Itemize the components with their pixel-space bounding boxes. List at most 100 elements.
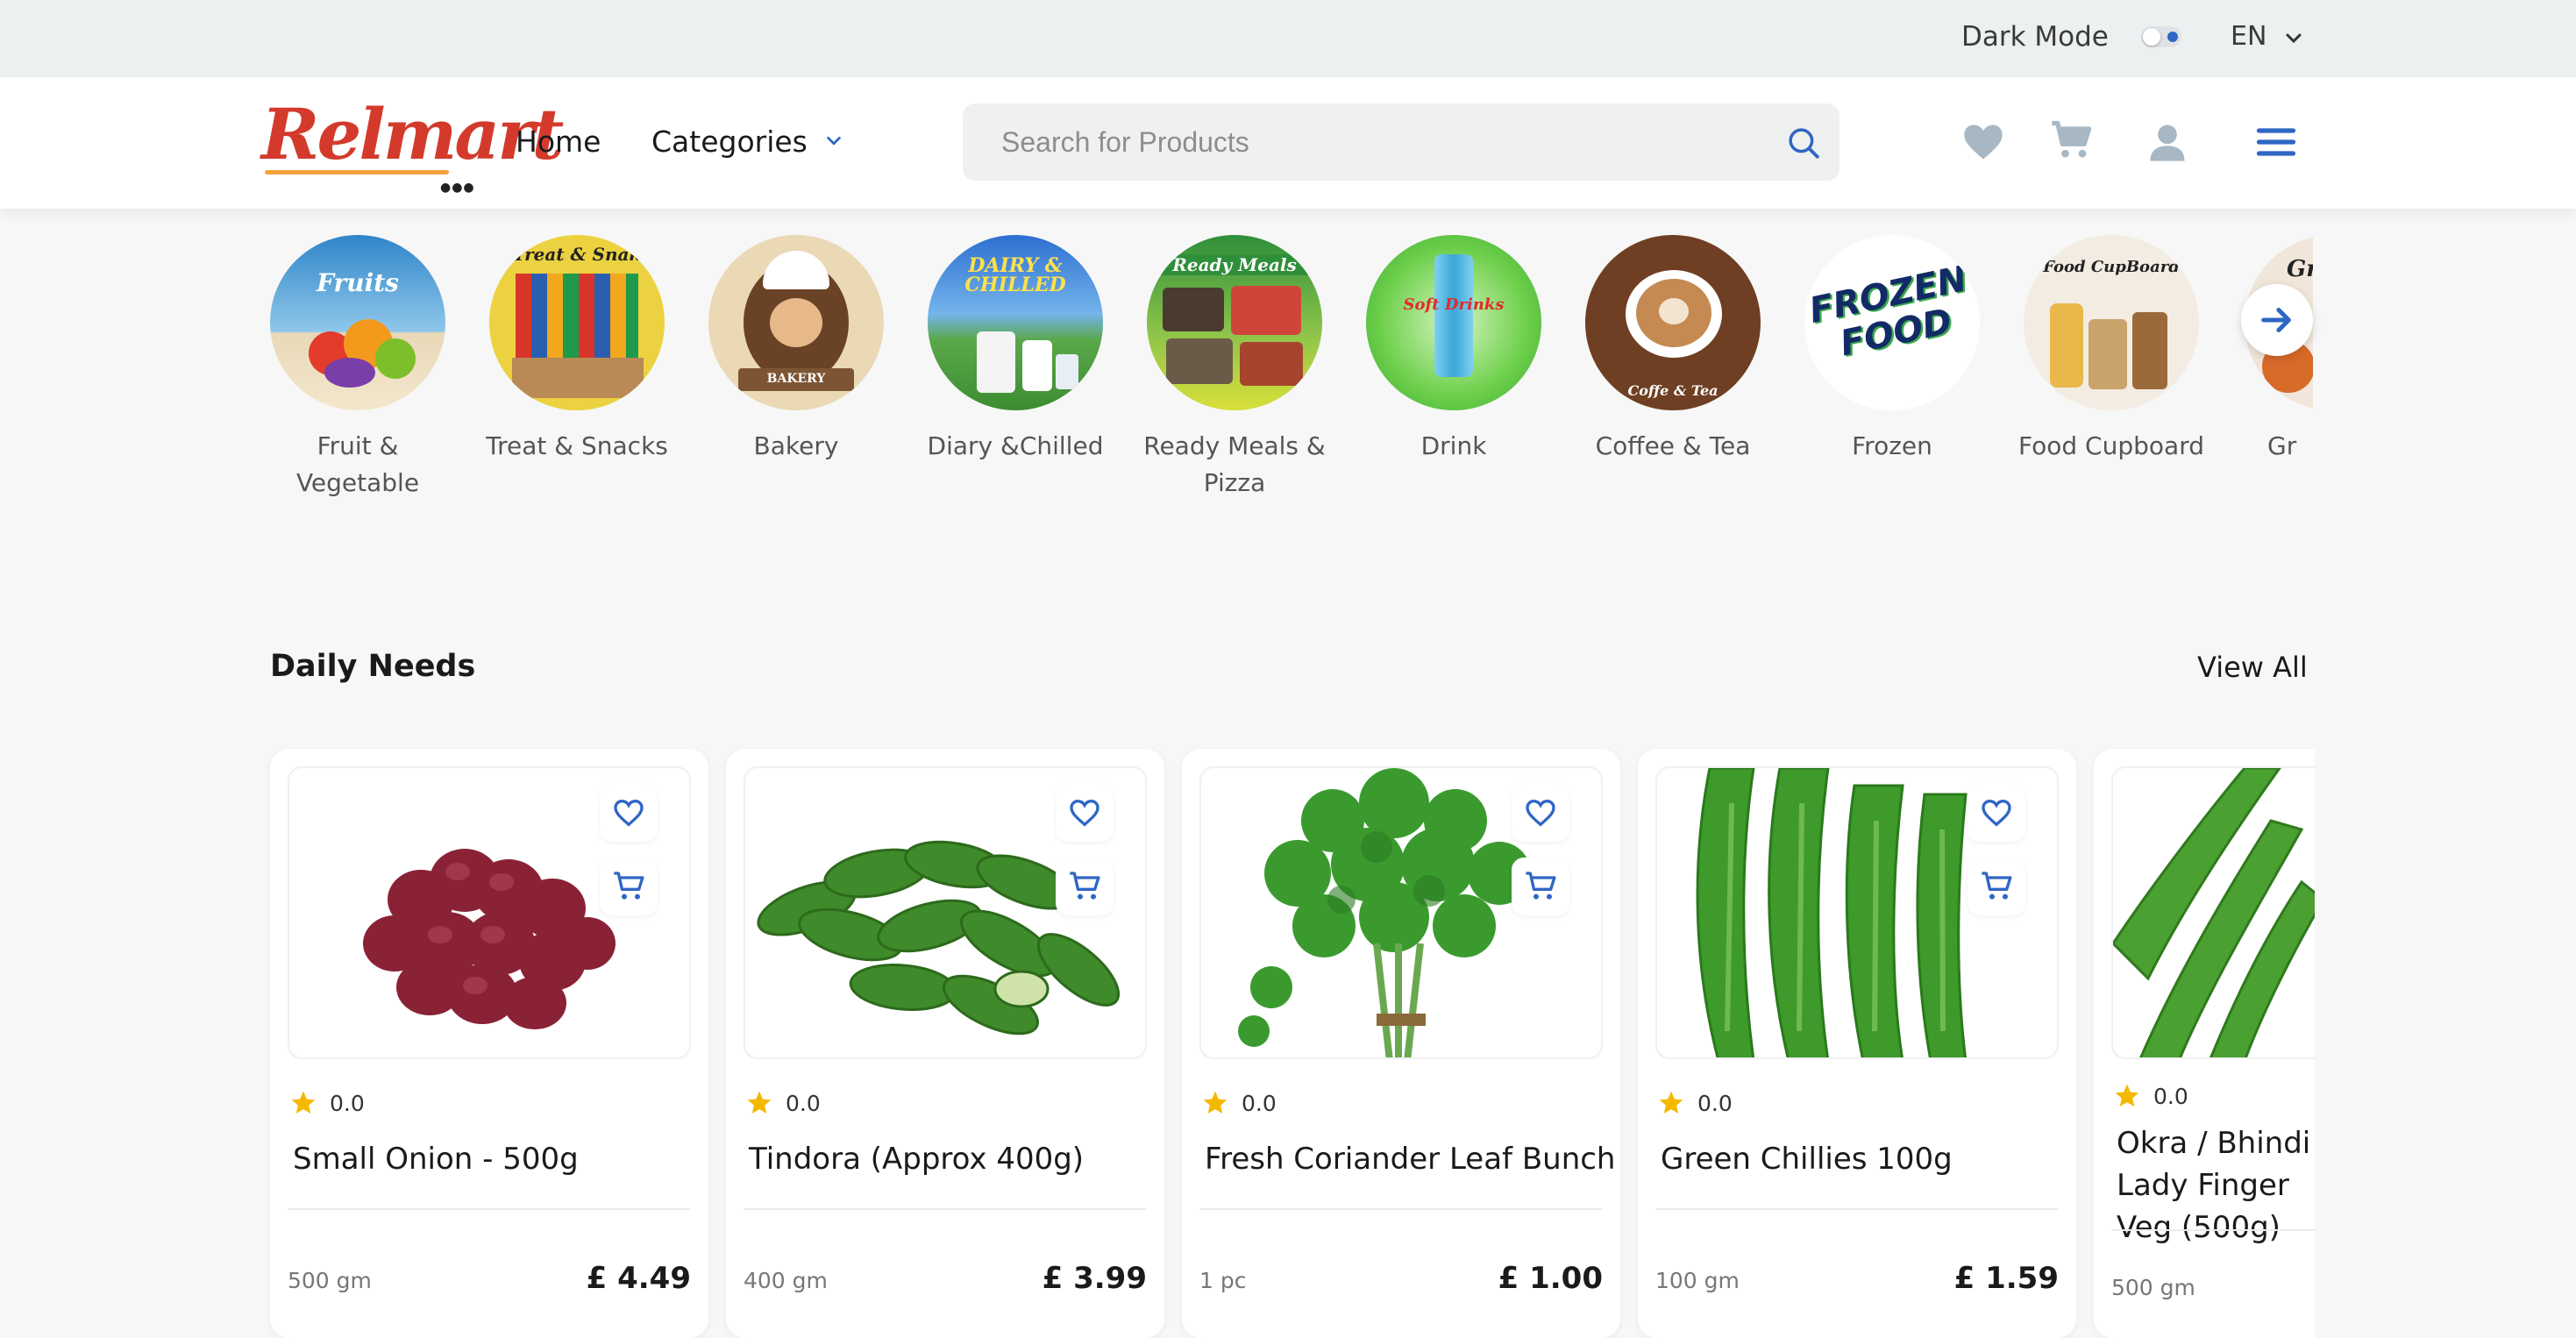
snacks-image[interactable]: Treat & Snak <box>489 235 665 410</box>
product-card[interactable]: 0.0 Tindora (Approx 400g) 400 gm £ 3.99 <box>726 749 1164 1338</box>
search-input[interactable] <box>1001 103 1773 181</box>
product-rating: 0.0 <box>1242 1091 1277 1116</box>
user-icon[interactable] <box>2145 119 2190 165</box>
heart-icon[interactable] <box>1960 119 2006 165</box>
drinks-image[interactable]: Soft Drinks <box>1366 235 1541 410</box>
category-label: Ready Meals & Pizza <box>1143 431 1326 497</box>
add-to-wishlist-button[interactable] <box>1056 784 1114 842</box>
toggle-indicator <box>2167 32 2178 42</box>
product-weight: 500 gm <box>288 1268 372 1293</box>
category-badge: FROZEN FOOD <box>1805 259 1971 365</box>
product-rating: 0.0 <box>1697 1091 1733 1116</box>
search-bar <box>963 103 1839 181</box>
product-weight: 1 pc <box>1199 1268 1247 1293</box>
category-label: Treat & Snacks <box>486 431 668 460</box>
product-rating: 0.0 <box>2153 1084 2188 1109</box>
dairy-image[interactable]: DAIRY & CHILLED <box>928 235 1103 410</box>
product-price: £ 1.00 <box>1498 1261 1603 1296</box>
category-label: Diary &Chilled <box>927 431 1104 460</box>
nav-home-link[interactable]: Home <box>516 125 601 159</box>
category-label: Frozen <box>1852 431 1932 460</box>
add-to-wishlist-button[interactable] <box>1968 784 2025 842</box>
main-header: Relmart ●●● Home Categories <box>0 77 2576 209</box>
star-icon <box>747 1091 772 1114</box>
category-badge: Fruits <box>317 268 399 297</box>
bakery-image[interactable]: BAKERY <box>708 235 884 410</box>
category-badge: Treat & Snak <box>512 244 642 265</box>
product-rating: 0.0 <box>786 1091 821 1116</box>
category-ready-meals-pizza[interactable]: Ready Meals Ready Meals & Pizza <box>1129 235 1340 502</box>
divider <box>1199 1208 1603 1210</box>
star-icon <box>2115 1084 2139 1107</box>
chevron-down-icon[interactable] <box>822 132 845 151</box>
product-carousel: 0.0 Small Onion - 500g 500 gm £ 4.49 0.0… <box>263 745 2315 1338</box>
divider <box>288 1208 691 1210</box>
category-bakery[interactable]: BAKERY Bakery <box>691 235 901 465</box>
category-badge: Gr <box>2287 256 2313 282</box>
category-badge: Food CupBoard <box>2043 258 2180 276</box>
category-food-cupboard[interactable]: Food CupBoard Food Cupboard <box>2006 235 2217 465</box>
menu-icon[interactable] <box>2253 119 2299 165</box>
add-to-cart-button[interactable] <box>1968 858 2025 915</box>
star-icon <box>291 1091 316 1114</box>
product-weight: 400 gm <box>744 1268 828 1293</box>
product-name[interactable]: Fresh Coriander Leaf Bunch <box>1205 1138 1617 1180</box>
category-badge: Coffe & Tea <box>1627 382 1719 399</box>
product-name[interactable]: Green Chillies 100g <box>1661 1138 2073 1180</box>
product-price: £ 3.99 <box>1042 1261 1147 1296</box>
fruits-image[interactable]: Fruits <box>270 235 445 410</box>
heart-outline-icon <box>1526 799 1555 827</box>
heart-outline-icon <box>1070 799 1099 827</box>
language-selector[interactable]: EN <box>2231 21 2266 52</box>
product-name[interactable]: Small Onion - 500g <box>293 1138 705 1180</box>
ready-meals-image[interactable]: Ready Meals <box>1147 235 1322 410</box>
product-name[interactable]: Tindora (Approx 400g) <box>749 1138 1161 1180</box>
frozen-image[interactable]: FROZEN FOOD <box>1804 235 1980 410</box>
coffee-image[interactable]: Coffe & Tea <box>1585 235 1761 410</box>
cupboard-image[interactable]: Food CupBoard <box>2024 235 2199 410</box>
product-image-okra[interactable] <box>2111 766 2315 1059</box>
category-label: Food Cupboard <box>2018 431 2204 460</box>
arrow-right-icon <box>2261 308 2291 332</box>
dark-mode-toggle[interactable] <box>2141 26 2181 47</box>
product-card[interactable]: 0.0 Small Onion - 500g 500 gm £ 4.49 <box>270 749 708 1338</box>
logo-dots: ●●● <box>440 181 475 195</box>
divider <box>744 1208 1147 1210</box>
divider <box>1655 1208 2059 1210</box>
category-scroll-next-button[interactable] <box>2241 284 2313 356</box>
product-rating: 0.0 <box>330 1091 365 1116</box>
logo-underline <box>265 170 449 174</box>
add-to-cart-button[interactable] <box>600 858 658 915</box>
nav-categories-link[interactable]: Categories <box>651 125 808 159</box>
category-badge: Ready Meals <box>1147 254 1322 275</box>
cart-icon <box>614 872 644 900</box>
category-label: Gr <box>2267 431 2297 460</box>
category-drink[interactable]: Soft Drinks Drink <box>1348 235 1559 465</box>
star-icon <box>1659 1091 1683 1114</box>
view-all-link[interactable]: View All <box>2197 651 2308 684</box>
product-card[interactable]: 0.0 Fresh Coriander Leaf Bunch 1 pc £ 1.… <box>1182 749 1620 1338</box>
category-label: Drink <box>1420 431 1487 460</box>
add-to-cart-button[interactable] <box>1512 858 1569 915</box>
top-utility-bar: Dark Mode EN <box>0 0 2576 77</box>
search-icon[interactable] <box>1785 125 1822 161</box>
add-to-wishlist-button[interactable] <box>600 784 658 842</box>
category-fruit-vegetable[interactable]: Fruits Fruit & Vegetable <box>253 235 463 502</box>
section-title: Daily Needs <box>270 649 476 684</box>
category-diary-chilled[interactable]: DAIRY & CHILLED Diary &Chilled <box>910 235 1121 465</box>
product-card[interactable]: 0.0 Okra / Bhindi / Lady Finger Veg (500… <box>2094 749 2315 1338</box>
category-coffee-tea[interactable]: Coffe & Tea Coffee & Tea <box>1568 235 1778 465</box>
chevron-down-icon[interactable] <box>2281 28 2307 49</box>
cart-icon <box>1526 872 1556 900</box>
category-frozen[interactable]: FROZEN FOOD Frozen <box>1787 235 1997 465</box>
divider <box>2111 1229 2315 1231</box>
cart-icon <box>1070 872 1100 900</box>
category-partial-clip: Gr Gr <box>2245 235 2313 516</box>
cart-icon[interactable] <box>2048 117 2094 163</box>
product-card[interactable]: 0.0 Green Chillies 100g 100 gm £ 1.59 <box>1638 749 2076 1338</box>
toggle-knob <box>2143 28 2160 46</box>
category-treat-snacks[interactable]: Treat & Snak Treat & Snacks <box>472 235 682 465</box>
add-to-cart-button[interactable] <box>1056 858 1114 915</box>
add-to-wishlist-button[interactable] <box>1512 784 1569 842</box>
product-weight: 500 gm <box>2111 1275 2195 1300</box>
